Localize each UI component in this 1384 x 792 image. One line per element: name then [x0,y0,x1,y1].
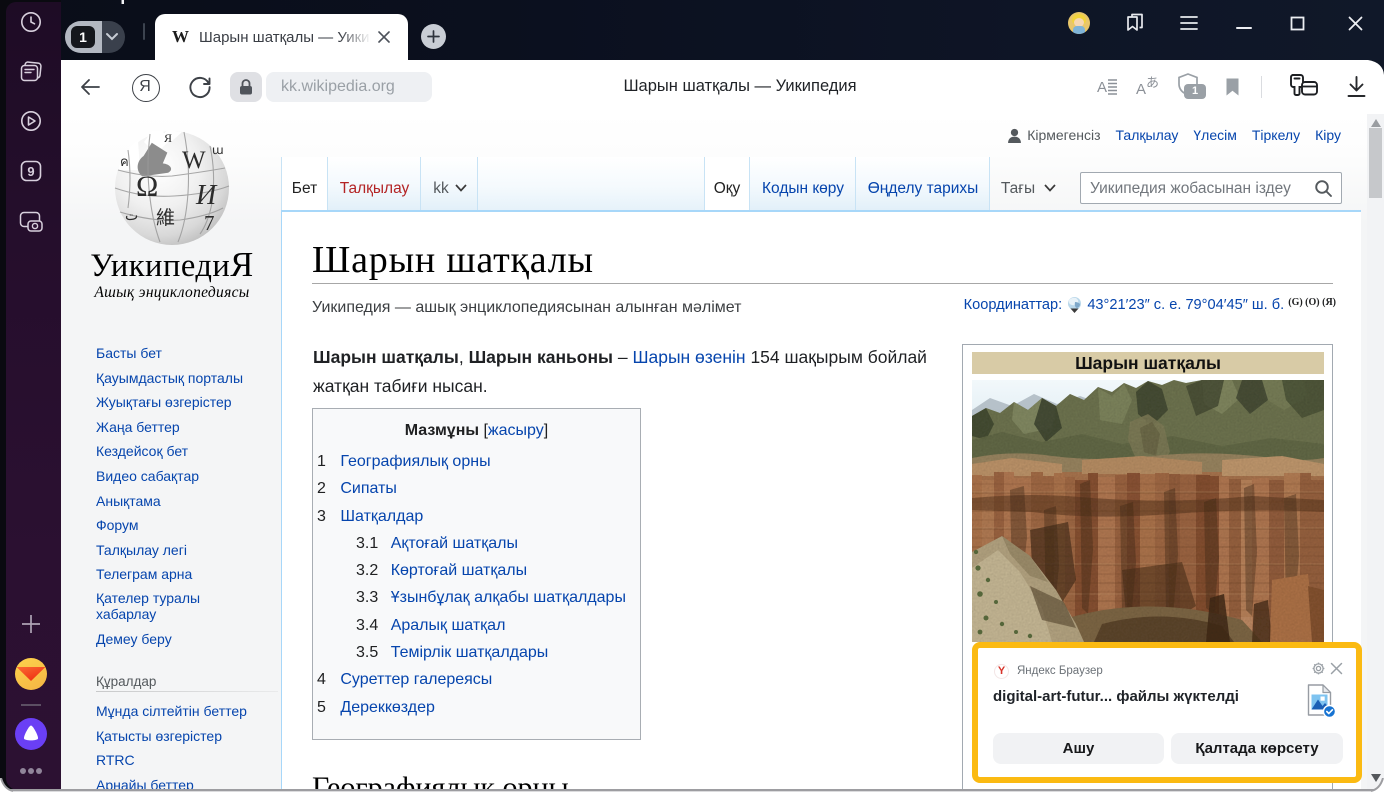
svg-text:あ: あ [1146,75,1159,90]
svg-text:A: A [1097,79,1107,96]
svg-text:A: A [1136,81,1146,98]
svg-text:W: W [182,147,206,174]
svg-text:7: 7 [204,211,215,235]
svg-text:維: 維 [156,207,175,229]
svg-text:ค: ค [120,154,129,169]
svg-text:Я: Я [164,131,172,145]
svg-text:Ω: Ω [136,170,158,203]
svg-text:9: 9 [27,164,34,179]
svg-text:ت: ت [125,209,138,224]
svg-text:И: И [195,180,218,211]
svg-text:ա: ա [212,143,224,157]
